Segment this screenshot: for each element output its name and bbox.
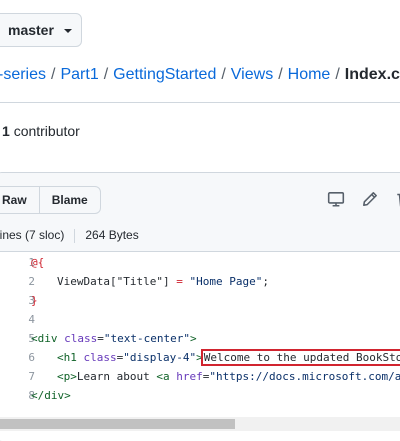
trash-icon[interactable] — [395, 190, 400, 208]
code-token: <p> — [57, 370, 77, 383]
code-view: 1 @{ 2 ViewData["Title"] = "Home Page"; … — [0, 253, 400, 405]
divider — [74, 228, 76, 243]
code-token: <a — [156, 370, 177, 383]
code-token: "display-4" — [123, 351, 197, 364]
code-token: </div> — [31, 389, 71, 402]
breadcrumb: -series / Part1/GettingStarted / Views / Home /… — [0, 65, 400, 85]
desktop-icon[interactable] — [327, 190, 345, 208]
code-text: <div class="text-center"> — [31, 332, 197, 345]
line-number[interactable]: 8 — [0, 389, 35, 402]
line-number[interactable]: 1 — [0, 256, 35, 269]
code-token: href — [176, 370, 203, 383]
code-line: 8 </div> — [0, 386, 400, 405]
breadcrumb-current-file: Index.cs — [344, 66, 400, 83]
code-token: "https://docs.microsoft.com/as — [209, 370, 400, 383]
view-button-group: Raw Blame — [0, 186, 101, 214]
raw-button[interactable]: Raw — [0, 187, 39, 213]
code-text: <h1 class="display-4">Welcome to the upd… — [57, 349, 400, 366]
code-line: 1 @{ — [0, 253, 400, 272]
caret-down-icon — [63, 29, 72, 33]
line-number[interactable]: 3 — [0, 294, 35, 307]
code-line: 7 <p>Learn about <a href="https://docs.m… — [0, 367, 400, 386]
code-token: @{ — [31, 256, 45, 269]
contributors-count: 1 — [2, 123, 10, 139]
breadcrumb-separator: / — [51, 66, 56, 83]
line-number[interactable]: 5 — [0, 332, 35, 345]
contributors-bar: 1 contributor — [0, 102, 400, 158]
line-number[interactable]: 2 — [0, 275, 35, 288]
code-text: <p>Learn about <a href="https://docs.mic… — [57, 370, 400, 383]
line-number[interactable]: 4 — [0, 313, 35, 326]
code-token: } — [31, 294, 38, 307]
pencil-icon[interactable] — [361, 190, 379, 208]
breadcrumb-separator: / — [221, 66, 226, 83]
file-size: 264 Bytes — [85, 228, 139, 242]
code-text: </div> — [31, 389, 71, 402]
code-token: = — [97, 332, 104, 345]
code-text: @{ — [31, 256, 44, 269]
contributors-label: contributor — [13, 123, 80, 139]
code-line: 5 <div class="text-center"> — [0, 329, 400, 348]
code-line: 4 — [0, 310, 400, 329]
horizontal-scrollbar[interactable] — [0, 417, 400, 431]
breadcrumb-link-part1[interactable]: Part1 — [60, 66, 98, 83]
code-token: <h1 — [57, 351, 84, 364]
code-token: "Home Page" — [189, 275, 263, 288]
contributors-summary[interactable]: 1 contributor — [2, 123, 80, 139]
breadcrumb-link-views[interactable]: Views — [231, 66, 273, 83]
breadcrumb-link-home[interactable]: Home — [288, 66, 331, 83]
code-line: 3 } — [0, 291, 400, 310]
file-info: lines (7 sloc) 264 Bytes — [0, 228, 139, 243]
blame-button[interactable]: Blame — [38, 187, 100, 213]
code-token: > — [196, 351, 203, 364]
breadcrumb-separator: / — [103, 66, 109, 83]
code-token: "text-center" — [103, 332, 190, 345]
scrollbar-thumb[interactable] — [0, 419, 235, 429]
breadcrumb-separator: / — [278, 66, 283, 83]
highlighted-text: Welcome to the updated BookStor — [200, 349, 400, 366]
code-token: = — [169, 275, 190, 288]
file-header: Raw Blame lines (7 sloc) 264 Bytes — [0, 173, 400, 252]
lines-info: lines (7 sloc) — [0, 228, 65, 242]
code-token: Learn about — [76, 370, 157, 383]
breadcrumb-link-series[interactable]: -series — [0, 66, 46, 83]
line-number[interactable]: 7 — [0, 370, 35, 383]
code-token: ; — [262, 275, 269, 288]
code-line: 2 ViewData["Title"] = "Home Page"; — [0, 272, 400, 291]
branch-selector-button[interactable]: master — [0, 13, 82, 47]
code-text: ViewData["Title"] = "Home Page"; — [57, 275, 269, 288]
code-token: > — [189, 332, 197, 345]
branch-label: master — [8, 22, 54, 38]
code-token: class — [83, 351, 117, 364]
code-token: <div — [31, 332, 65, 345]
code-token: class — [64, 332, 98, 345]
breadcrumb-separator: / — [335, 66, 340, 83]
line-number[interactable]: 6 — [0, 351, 35, 364]
code-line: 6 <h1 class="display-4">Welcome to the u… — [0, 348, 400, 367]
code-token: ViewData["Title"] — [57, 275, 170, 288]
code-text: } — [31, 294, 38, 307]
breadcrumb-link-gettingstarted[interactable]: GettingStarted — [113, 66, 216, 83]
file-viewer: Raw Blame lines (7 sloc) 264 Bytes 1 @{ 2 — [0, 172, 400, 441]
